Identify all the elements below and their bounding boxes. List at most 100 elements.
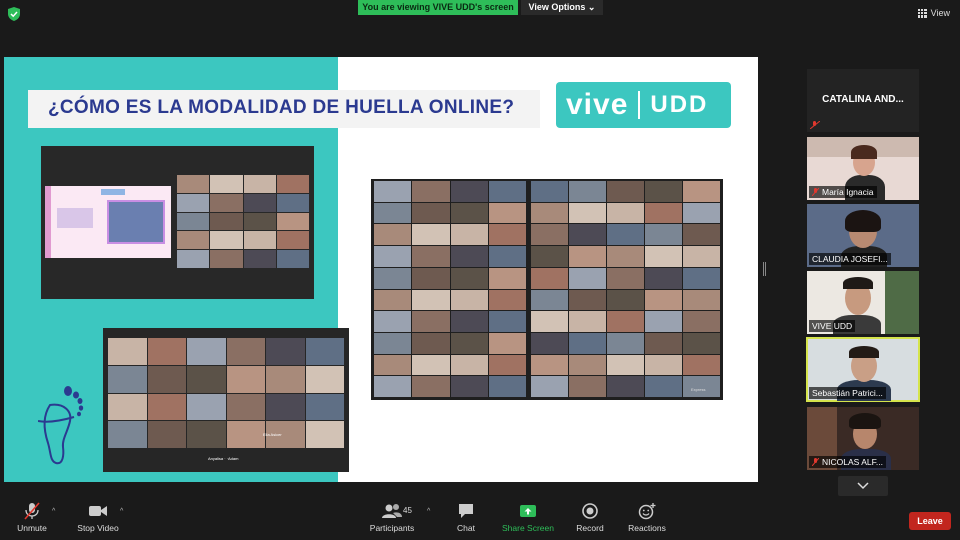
thumbnail-video-tile bbox=[569, 354, 606, 376]
unmute-button[interactable]: Unmute bbox=[12, 502, 52, 533]
thumbnail-video-tile bbox=[177, 250, 210, 268]
thumbnail-video-tile bbox=[374, 332, 412, 354]
thumbnail-video-tile bbox=[488, 354, 526, 376]
audio-options-caret[interactable]: ^ bbox=[52, 508, 55, 515]
thumbnail-video-tile bbox=[683, 311, 720, 332]
thumbnail-video-tile bbox=[645, 181, 682, 202]
share-screen-button[interactable]: Share Screen bbox=[500, 502, 556, 533]
participant-label: CLAUDIA JOSEFI... bbox=[809, 253, 891, 265]
thumbnail-video-tile bbox=[531, 181, 568, 202]
slide-screenshot-2: Ella Asicer Anyalisa · ·Adam bbox=[103, 328, 349, 472]
view-label: View bbox=[930, 8, 950, 18]
thumbnail-video-tile bbox=[177, 175, 210, 193]
thumbnail-video-tile bbox=[187, 421, 226, 448]
thumbnail-video-tile bbox=[607, 311, 644, 332]
thumbnail-video-tile bbox=[607, 354, 644, 376]
view-options-button[interactable]: View Options ⌄ bbox=[521, 0, 603, 15]
thumbnail-video-tile bbox=[147, 338, 186, 365]
thumbnail-video-tile bbox=[531, 376, 568, 397]
thumbnail-video-tile bbox=[645, 376, 682, 397]
thumbnail-video-tile bbox=[374, 354, 412, 376]
thumbnail-video-tile bbox=[645, 311, 682, 332]
thumbnail-video-tile bbox=[412, 354, 450, 376]
shot3-video-grid-right bbox=[531, 181, 720, 397]
chat-button[interactable]: Chat bbox=[450, 502, 482, 533]
participant-video-tile[interactable]: María Ignacia bbox=[807, 137, 919, 200]
participant-name-card[interactable]: CATALINA AND... bbox=[807, 69, 919, 132]
thumbnail-video-tile bbox=[683, 246, 720, 267]
thumbnail-video-tile bbox=[569, 246, 606, 267]
participant-video-tile[interactable]: VIVE UDD bbox=[807, 271, 919, 334]
chevron-down-icon bbox=[857, 482, 869, 490]
reactions-button[interactable]: Reactions bbox=[624, 502, 670, 533]
thumbnail-video-tile bbox=[412, 224, 450, 246]
thumbnail-video-tile bbox=[450, 224, 488, 246]
panel-resize-handle[interactable] bbox=[763, 262, 766, 276]
thumbnail-video-tile bbox=[683, 267, 720, 289]
video-options-caret[interactable]: ^ bbox=[120, 508, 123, 515]
active-speaker-video-tile[interactable]: Sebastián Patrici... bbox=[806, 337, 920, 402]
thumbnail-video-tile bbox=[226, 338, 265, 365]
thumbnail-video-tile bbox=[108, 338, 147, 365]
thumbnail-video-tile bbox=[374, 267, 412, 289]
thumbnail-video-tile bbox=[226, 421, 265, 448]
encryption-shield-icon[interactable] bbox=[8, 7, 20, 21]
thumbnail-video-tile bbox=[645, 246, 682, 267]
thumbnail-video-tile bbox=[108, 421, 147, 448]
thumbnail-video-tile bbox=[450, 354, 488, 376]
leave-meeting-button[interactable]: Leave bbox=[909, 512, 951, 530]
meeting-toolbar: Unmute ^ Stop Video ^ Participants 45 ^ bbox=[0, 498, 960, 540]
logo-udd-text: UDD bbox=[650, 91, 709, 118]
thumbnail-video-tile bbox=[210, 193, 243, 212]
participant-video-tile[interactable]: CLAUDIA JOSEFI... bbox=[807, 204, 919, 267]
gallery-scroll-down-button[interactable] bbox=[838, 476, 888, 496]
shot1-card-header bbox=[101, 189, 125, 195]
stop-video-label: Stop Video bbox=[77, 523, 119, 533]
shot1-card-decoration bbox=[57, 208, 93, 228]
stop-video-button[interactable]: Stop Video bbox=[74, 502, 122, 533]
thumbnail-video-tile bbox=[147, 393, 186, 421]
thumbnail-video-tile bbox=[531, 332, 568, 354]
thumbnail-video-tile bbox=[266, 338, 305, 365]
thumbnail-video-tile bbox=[266, 393, 305, 421]
shared-screen-slide: ¿CÓMO ES LA MODALIDAD DE HUELLA ONLINE? … bbox=[4, 57, 758, 482]
thumbnail-video-tile bbox=[683, 202, 720, 224]
thumbnail-video-tile bbox=[412, 202, 450, 224]
top-bar: You are viewing VIVE UDD's screen View O… bbox=[0, 0, 960, 30]
participant-video-tile[interactable]: NICOLAS ALF... bbox=[807, 407, 919, 470]
thumbnail-video-tile bbox=[226, 365, 265, 393]
participant-name: Sebastián Patrici... bbox=[812, 388, 883, 398]
thumbnail-video-tile bbox=[305, 393, 344, 421]
thumbnail-video-tile bbox=[243, 193, 276, 212]
thumbnail-video-tile bbox=[374, 289, 412, 311]
logo-separator bbox=[638, 91, 641, 119]
thumbnail-video-tile bbox=[210, 175, 243, 193]
thumbnail-video-tile bbox=[488, 376, 526, 397]
thumbnail-video-tile bbox=[607, 332, 644, 354]
thumbnail-video-tile bbox=[531, 267, 568, 289]
thumbnail-video-tile bbox=[488, 224, 526, 246]
thumbnail-video-tile bbox=[531, 354, 568, 376]
shot3-label: Express bbox=[691, 387, 706, 392]
participant-name: CATALINA AND... bbox=[822, 94, 904, 105]
view-button[interactable]: View bbox=[917, 8, 950, 18]
thumbnail-video-tile bbox=[645, 289, 682, 311]
thumbnail-video-tile bbox=[569, 376, 606, 397]
shot2-video-grid bbox=[108, 338, 344, 448]
vive-udd-logo: vive UDD bbox=[556, 82, 731, 128]
participants-icon bbox=[382, 504, 402, 518]
shot2-label-2: Anyalisa · ·Adam bbox=[208, 456, 239, 461]
thumbnail-video-tile bbox=[147, 421, 186, 448]
participant-label: María Ignacia bbox=[809, 186, 877, 198]
thumbnail-video-tile bbox=[607, 224, 644, 246]
participants-options-caret[interactable]: ^ bbox=[427, 508, 430, 515]
record-icon bbox=[582, 503, 598, 519]
thumbnail-video-tile bbox=[374, 246, 412, 267]
shot1-card-picture bbox=[107, 200, 165, 244]
record-button[interactable]: Record bbox=[572, 502, 608, 533]
thumbnail-video-tile bbox=[450, 376, 488, 397]
thumbnail-video-tile bbox=[450, 202, 488, 224]
grid-view-icon bbox=[917, 8, 927, 18]
thumbnail-video-tile bbox=[450, 267, 488, 289]
thumbnail-video-tile bbox=[683, 289, 720, 311]
